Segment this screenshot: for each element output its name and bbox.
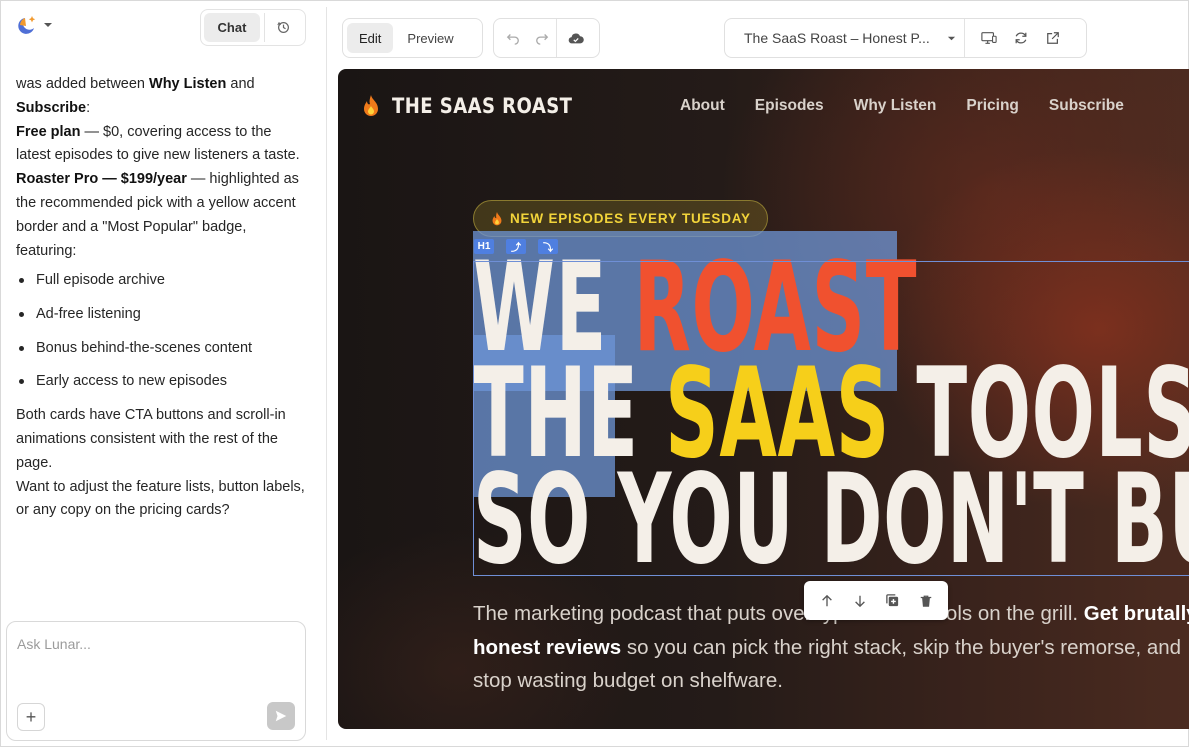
site-nav-links: About Episodes Why Listen Pricing Subscr… [680,97,1124,115]
arrow-up-icon [821,594,832,606]
tab-history[interactable] [264,13,302,42]
element-tag-bar: H1 ⤴ ⤵ [474,239,558,254]
list-item: Ad-free listening [16,303,306,327]
move-up-button[interactable] [813,587,841,615]
message-text: : [86,99,91,116]
preview-mode-button[interactable]: Preview [395,23,465,53]
lunar-logo-icon [18,16,36,34]
trash-icon [920,595,931,607]
panel-tabs: Chat [200,9,306,46]
history-icon [277,21,289,33]
element-type-tag: H1 [474,239,494,254]
send-button[interactable] [267,702,295,730]
page-selector[interactable]: The SaaS Roast – Honest P... [725,19,965,57]
edit-mode-button[interactable]: Edit [347,23,394,53]
chat-input[interactable] [17,636,287,652]
redo-icon [535,34,548,45]
refresh-button[interactable] [1005,19,1037,57]
select-child-button[interactable]: ⤵ [538,239,558,254]
composer: + [6,621,306,741]
message-paragraph: Free plan — $0, covering access to the l… [16,121,306,169]
chevron-down-icon [44,23,52,27]
fire-icon [492,211,502,225]
arrow-down-icon [854,595,865,607]
message-bold: Subscribe [16,99,87,116]
select-parent-button[interactable]: ⤴ [506,239,526,254]
send-icon [275,710,287,722]
open-external-button[interactable] [1037,19,1069,57]
panel-divider[interactable] [326,7,327,740]
message-text: and [226,76,255,92]
app-logo-menu[interactable] [15,13,53,37]
message-paragraph: Both cards have CTA buttons and scroll-i… [16,407,286,471]
history-controls [493,18,600,58]
selected-element-outline [473,261,1189,576]
duplicate-button[interactable] [879,587,907,615]
external-link-icon [1047,32,1059,44]
nav-link-why-listen[interactable]: Why Listen [854,97,937,115]
chat-panel: Chat was added between Why Listen and Su… [1,1,319,746]
list-item: Early access to new episodes [16,370,306,394]
subtitle-text: The marketing podcast that puts overhype… [473,602,1084,625]
page-controls: The SaaS Roast – Honest P... [724,18,1087,58]
app-window: Chat was added between Why Listen and Su… [0,0,1189,747]
message-text: was added between [16,76,150,92]
message-bold: Why Listen [149,76,227,92]
element-action-bar [804,581,948,620]
attach-button[interactable]: + [17,703,45,731]
cloud-icon [568,33,584,44]
site-brand[interactable]: THE SAAS ROAST [360,94,602,118]
save-cloud-button[interactable] [557,19,595,57]
message-bold: Roaster Pro — $199/year [16,171,187,188]
site-navbar: THE SAAS ROAST About Episodes Why Listen… [338,69,1189,145]
fire-icon [364,95,378,116]
message-bold: Free plan [16,123,81,140]
brand-name: THE SAAS ROAST [392,94,573,118]
undo-button[interactable] [498,19,527,57]
nav-link-pricing[interactable]: Pricing [966,97,1019,115]
badge-label: NEW EPISODES EVERY TUESDAY [510,211,751,226]
tab-chat[interactable]: Chat [204,13,260,42]
list-item: Bonus behind-the-scenes content [16,337,306,361]
nav-link-about[interactable]: About [680,97,725,115]
duplicate-icon [886,594,899,607]
feature-list: Full episode archive Ad-free listening B… [16,269,306,394]
move-down-button[interactable] [846,587,874,615]
message-paragraph: Roaster Pro — $199/year — highlighted as… [16,168,306,263]
page-title: The SaaS Roast – Honest P... [744,30,930,46]
nav-link-episodes[interactable]: Episodes [755,97,824,115]
chevron-down-icon [947,36,956,40]
monitor-icon [981,32,997,44]
mode-toggle: Edit Preview [342,18,483,58]
message-paragraph: was added between Why Listen and Subscri… [16,73,306,121]
undo-icon [506,34,519,45]
message-paragraph: Want to adjust the feature lists, button… [16,478,305,519]
preview-canvas[interactable]: THE SAAS ROAST About Episodes Why Listen… [338,69,1189,729]
assistant-message: was added between Why Listen and Subscri… [16,73,306,523]
delete-button[interactable] [912,587,940,615]
device-preview-button[interactable] [973,19,1005,57]
redo-button[interactable] [527,19,556,57]
refresh-icon [1015,32,1027,44]
nav-link-subscribe[interactable]: Subscribe [1049,97,1124,115]
list-item: Full episode archive [16,269,306,293]
